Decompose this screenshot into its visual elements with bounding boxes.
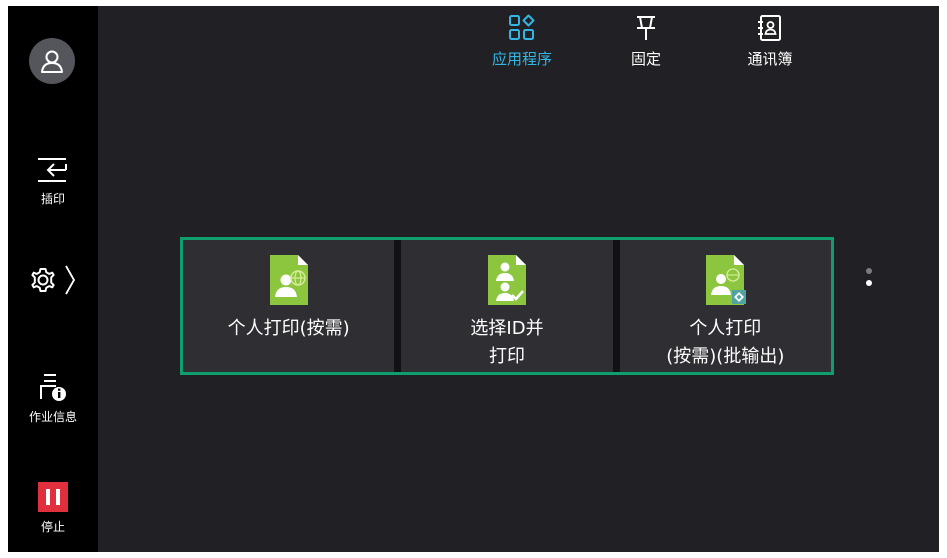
tab-apps-label: 应用程序 [491, 50, 552, 68]
top-navigation: 应用程序 固定 通讯簿 [8, 14, 939, 74]
tab-pinned[interactable]: 固定 [596, 14, 696, 69]
app-tile-group: 个人打印(按需) 选择ID并 打印 个人打印 (按需)(批输出) [180, 237, 834, 375]
interrupt-button[interactable]: 插印 [8, 156, 98, 207]
job-info-button[interactable]: 作业信息 [8, 372, 98, 425]
interrupt-icon [38, 158, 67, 182]
app-tile-private-print-batch[interactable]: 个人打印 (按需)(批输出) [619, 240, 831, 372]
machine-settings-button[interactable] [8, 264, 98, 296]
tab-apps[interactable]: 应用程序 [472, 14, 572, 69]
job-info-icon [40, 374, 66, 401]
page-dot-2[interactable] [866, 280, 872, 286]
tab-address-book-label: 通讯簿 [747, 50, 793, 68]
tile-label-line: (按需)(批输出) [666, 346, 785, 367]
pin-icon [637, 16, 655, 40]
tile-label-line: 选择ID并 [470, 318, 544, 339]
tile-label-line: 个人打印(按需) [227, 318, 350, 339]
page-indicator[interactable] [865, 268, 873, 292]
job-info-label: 作业信息 [28, 410, 77, 424]
pause-icon [38, 482, 68, 512]
tile-label-line: 打印 [488, 346, 525, 367]
app-tile-private-print[interactable]: 个人打印(按需) [183, 240, 395, 372]
tab-address-book[interactable]: 通讯簿 [720, 14, 820, 69]
private-print-batch-doc-icon [706, 255, 747, 305]
app-tile-select-id-print[interactable]: 选择ID并 打印 [401, 240, 613, 372]
interrupt-label: 插印 [40, 192, 65, 206]
gear-icon [31, 268, 55, 292]
chevron-right-icon [65, 265, 76, 295]
page-dot-1[interactable] [866, 268, 872, 274]
address-book-icon [758, 15, 781, 41]
tab-pinned-label: 固定 [630, 50, 661, 68]
apps-grid-icon [509, 14, 535, 40]
left-sidebar: 插印 作业信息 停止 [8, 6, 98, 552]
tile-label-line: 个人打印 [689, 318, 762, 339]
device-screen: 插印 作业信息 停止 应用程序 固定 通讯簿 个人打印(按需) 选择ID并 打印… [8, 6, 939, 552]
stop-button[interactable]: 停止 [8, 482, 98, 535]
select-id-doc-icon [487, 255, 526, 305]
private-print-doc-icon [269, 255, 308, 305]
stop-label: 停止 [40, 520, 65, 534]
